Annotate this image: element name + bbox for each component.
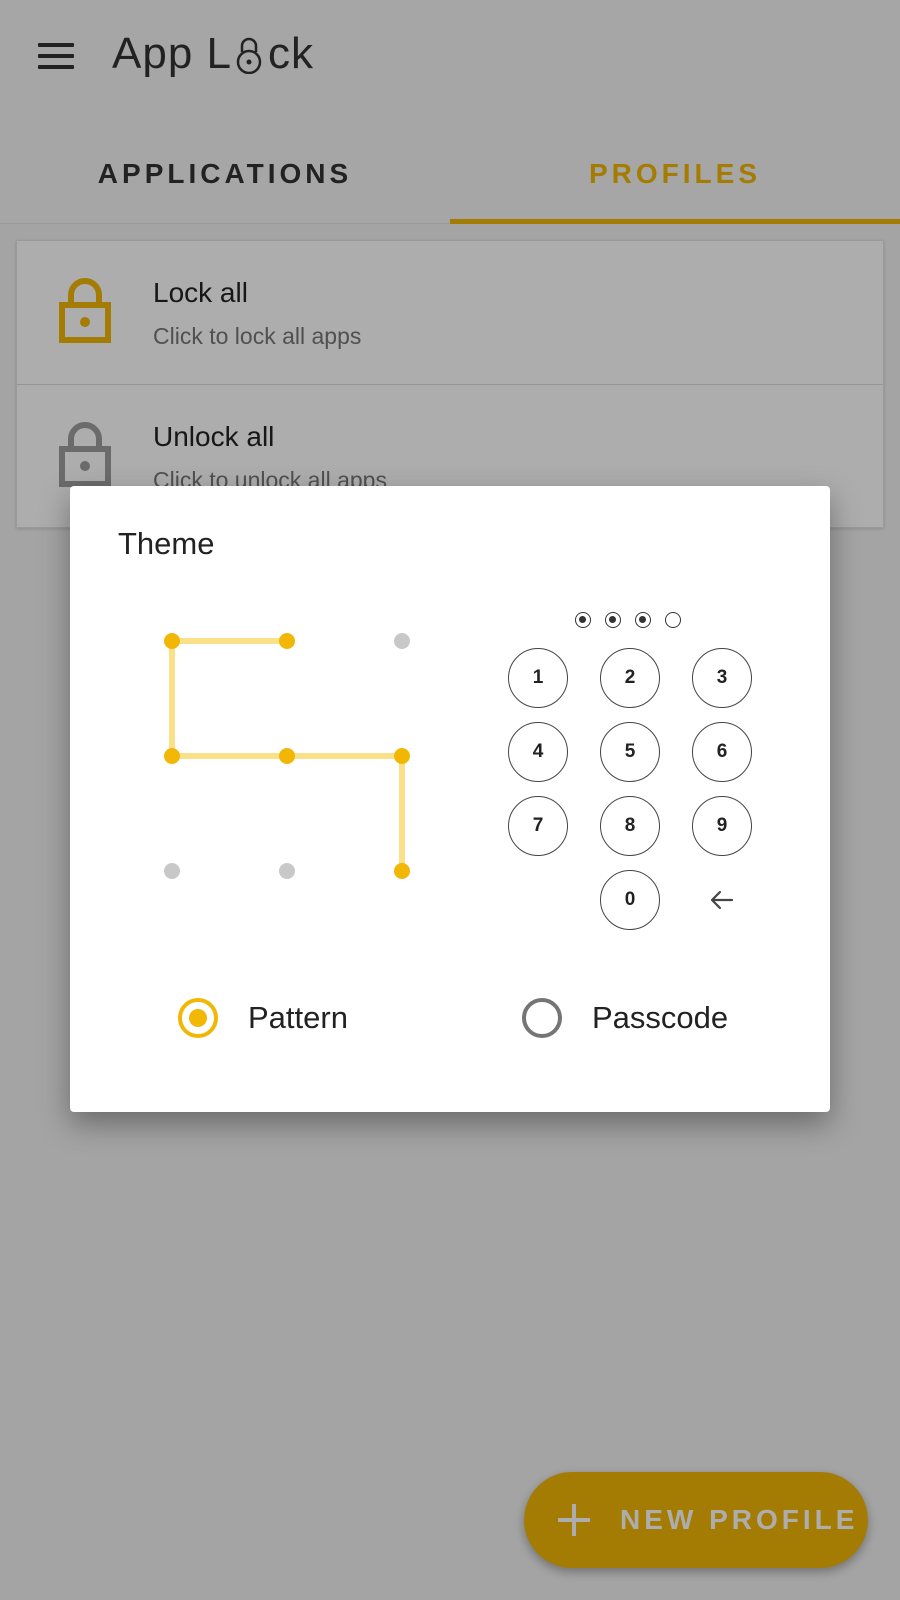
- key-9: 9: [692, 796, 752, 856]
- key-8: 8: [600, 796, 660, 856]
- key-6: 6: [692, 722, 752, 782]
- pattern-dot-active: [279, 748, 295, 764]
- pattern-dot-active: [164, 633, 180, 649]
- pattern-preview[interactable]: [150, 626, 420, 896]
- pattern-dot-inactive: [279, 863, 295, 879]
- key-1: 1: [508, 648, 568, 708]
- key-3: 3: [692, 648, 752, 708]
- key-0: 0: [600, 870, 660, 930]
- pin-dot-empty: [665, 612, 681, 628]
- key-4: 4: [508, 722, 568, 782]
- radio-button-passcode[interactable]: [522, 998, 562, 1038]
- key-2: 2: [600, 648, 660, 708]
- backspace-arrow-icon: [710, 890, 734, 910]
- pin-dot-filled: [605, 612, 621, 628]
- theme-dialog: Theme 1 2 3 4 5 6 7 8 9 0 Pattern Passco…: [70, 486, 830, 1112]
- radio-option-passcode[interactable]: Passcode: [522, 998, 728, 1038]
- key-5: 5: [600, 722, 660, 782]
- pin-dot-filled: [575, 612, 591, 628]
- pin-indicator: [575, 612, 681, 628]
- pattern-dot-active: [394, 863, 410, 879]
- pattern-dot-active: [164, 748, 180, 764]
- pattern-dot-active: [394, 748, 410, 764]
- radio-button-pattern[interactable]: [178, 998, 218, 1038]
- radio-option-pattern[interactable]: Pattern: [178, 998, 348, 1038]
- pattern-dot-inactive: [164, 863, 180, 879]
- key-7: 7: [508, 796, 568, 856]
- pattern-dot-active: [279, 633, 295, 649]
- pattern-dot-inactive: [394, 633, 410, 649]
- radio-label-passcode: Passcode: [592, 1000, 729, 1035]
- dialog-title: Theme: [118, 526, 215, 561]
- radio-label-pattern: Pattern: [248, 1000, 348, 1035]
- pin-dot-filled: [635, 612, 651, 628]
